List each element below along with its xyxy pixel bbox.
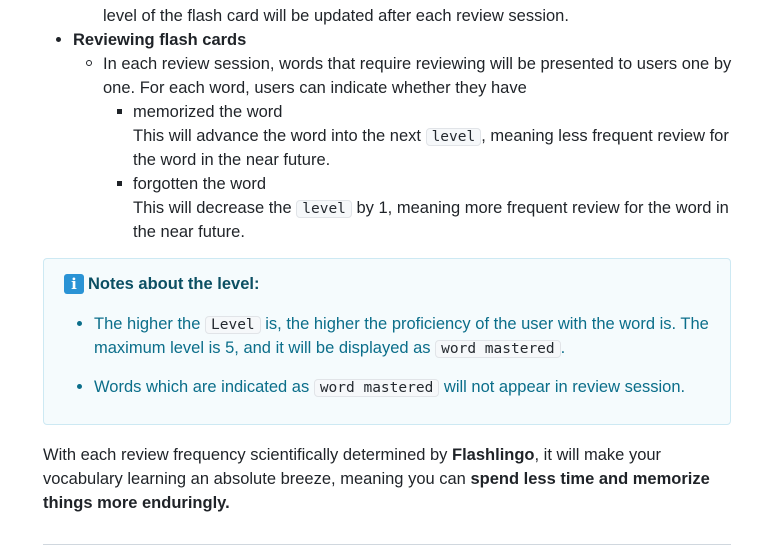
horizontal-divider [43, 544, 731, 545]
code-word-mastered: word mastered [313, 379, 440, 397]
option-forgotten-label: forgotten the word [133, 175, 266, 193]
option-memorized-desc-line2: the word in the near future. [133, 151, 331, 169]
intro-tail-text: level of the flash card will be updated … [103, 7, 569, 25]
outro-line1-post: , it will make your [534, 446, 662, 464]
outro-line3: things more enduringly. [43, 494, 230, 512]
reviewing-desc-line1: In each review session, words that requi… [103, 55, 732, 73]
memorized-desc-pre: This will advance the word into the next [133, 127, 426, 145]
bullet-circle [86, 60, 92, 66]
outro-line2-pre: vocabulary learning an absolute breeze, … [43, 470, 471, 488]
note-item2-pre: Words which are indicated as [94, 378, 314, 396]
outro-line2-bold: spend less time and memorize [470, 470, 710, 488]
note-item2-post: will not appear in review session. [439, 378, 686, 396]
note-item1-line1: The higher the Level is, the higher the … [94, 312, 709, 337]
bullet-disc [77, 384, 82, 389]
note-item1-line2: maximum level is 5, and it will be displ… [94, 336, 565, 361]
code-level: level [296, 200, 352, 218]
code-level-cap: Level [205, 316, 261, 334]
forgotten-desc-pre: This will decrease the [133, 199, 297, 217]
note-item1-line2-pre: maximum level is 5, and it will be displ… [94, 339, 436, 357]
info-icon: i [64, 274, 84, 294]
note-item2: Words which are indicated as word master… [94, 375, 685, 400]
bullet-disc [56, 37, 61, 42]
note-title: Notes about the level: [88, 275, 260, 293]
bullet-disc [77, 321, 82, 326]
option-memorized-desc: This will advance the word into the next… [133, 124, 729, 149]
bullet-square [117, 109, 122, 114]
note-item1-line2-post: . [560, 339, 566, 357]
code-word-mastered: word mastered [435, 340, 561, 358]
section-heading-reviewing: Reviewing flash cards [73, 31, 247, 49]
code-level: level [425, 128, 482, 146]
brand-name: Flashlingo [452, 446, 535, 464]
forgotten-desc-post: by 1, meaning more frequent review for t… [351, 199, 729, 217]
option-forgotten-desc-line2: the near future. [133, 223, 245, 241]
memorized-desc-post: , meaning less frequent review for [481, 127, 729, 145]
option-forgotten-desc: This will decrease the level by 1, meani… [133, 196, 729, 221]
bullet-square [117, 181, 122, 186]
reviewing-desc-line2: one. For each word, users can indicate w… [103, 79, 527, 97]
outro-line1-pre: With each review frequency scientificall… [43, 446, 453, 464]
outro-line2: vocabulary learning an absolute breeze, … [43, 467, 710, 491]
note-item1-pre: The higher the [94, 315, 205, 333]
option-memorized-label: memorized the word [133, 103, 283, 121]
note-item1-mid: is, the higher the proficiency of the us… [260, 315, 709, 333]
outro-line1: With each review frequency scientificall… [43, 443, 661, 467]
